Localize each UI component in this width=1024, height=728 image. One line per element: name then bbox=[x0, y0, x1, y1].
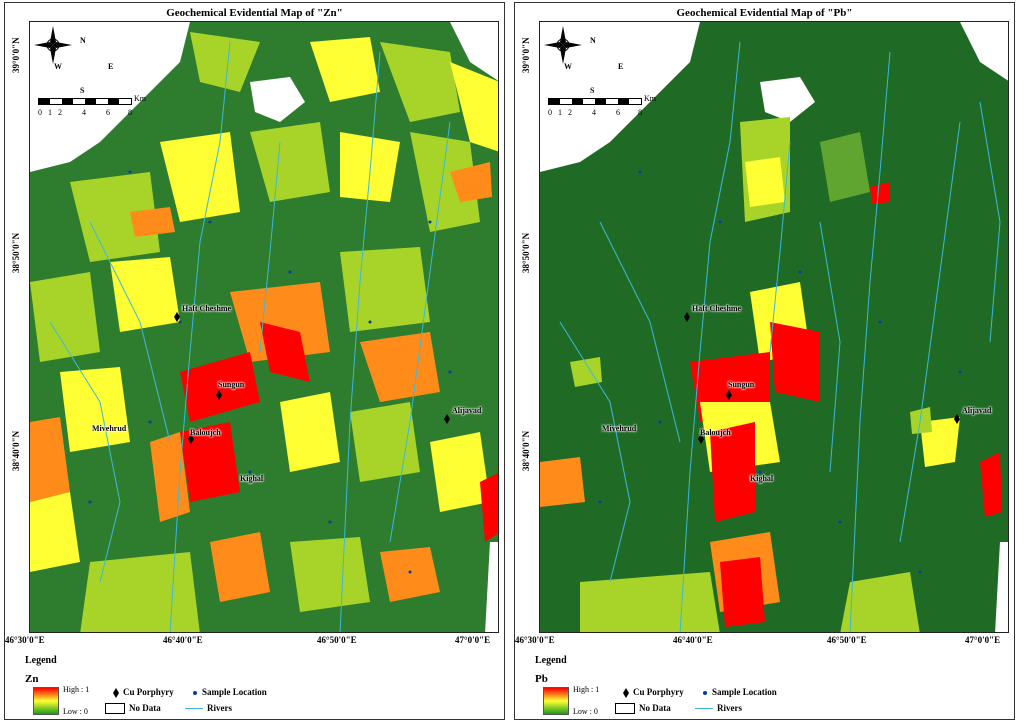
place-mivehrud: Mivehrud bbox=[602, 424, 637, 433]
cu-porphyry-marker-icon bbox=[174, 312, 180, 322]
lat-label-3850: 38°50'0"N bbox=[11, 232, 21, 273]
place-sungun: Sungun bbox=[728, 380, 755, 389]
legend-sample-location: Sample Location bbox=[193, 687, 267, 697]
diamond-icon bbox=[623, 687, 629, 698]
scale-tick: 8 bbox=[128, 108, 132, 117]
legend-no-data-label: No Data bbox=[639, 703, 671, 713]
lon-label-4640: 46°40'0"E bbox=[163, 635, 203, 645]
place-haft-cheshme: Haft Cheshme bbox=[182, 304, 232, 313]
legend-no-data: No Data bbox=[615, 703, 671, 715]
legend-title: Legend bbox=[535, 655, 567, 666]
ramp-low-label: Low : 0 bbox=[63, 707, 88, 716]
place-sungun: Sungun bbox=[218, 380, 245, 389]
scale-tick: 0 bbox=[548, 108, 552, 117]
place-kighal: Kighal bbox=[240, 474, 264, 483]
lon-label-4650: 46°50'0"E bbox=[827, 635, 867, 645]
cu-porphyry-marker-icon bbox=[444, 414, 450, 424]
scale-tick: 2 bbox=[58, 108, 62, 117]
legend-sample-location: Sample Location bbox=[703, 687, 777, 697]
legend-sample-location-label: Sample Location bbox=[202, 687, 267, 697]
ramp-high-label: High : 1 bbox=[63, 685, 90, 694]
place-baloujch: Baloujch bbox=[190, 428, 221, 437]
scale-tick: 1 bbox=[48, 108, 52, 117]
scale-tick: 1 bbox=[558, 108, 562, 117]
legend-rivers: Rivers bbox=[695, 703, 742, 713]
cu-porphyry-marker-icon bbox=[684, 312, 690, 322]
scale-tick: 6 bbox=[106, 108, 110, 117]
zn-map-panel: Geochemical Evidential Map of "Zn" 39°0'… bbox=[4, 2, 505, 720]
no-data-box-icon bbox=[615, 703, 635, 715]
lat-label-3850: 38°50'0"N bbox=[521, 232, 531, 273]
lat-label-39: 39°0'0"N bbox=[11, 37, 21, 73]
color-ramp bbox=[543, 687, 569, 715]
compass-s: S bbox=[80, 86, 85, 95]
place-alijavad: Alijavad bbox=[452, 406, 482, 415]
scale-unit: Km bbox=[644, 94, 656, 103]
ramp-high-label: High : 1 bbox=[573, 685, 600, 694]
compass-w: W bbox=[54, 62, 62, 71]
lat-label-3840: 38°40'0"N bbox=[11, 430, 21, 471]
compass-e: E bbox=[108, 62, 114, 71]
place-haft-cheshme: Haft Cheshme bbox=[692, 304, 742, 313]
cu-porphyry-marker-icon bbox=[216, 390, 222, 400]
legend-no-data-label: No Data bbox=[129, 703, 161, 713]
cu-porphyry-marker-icon bbox=[726, 390, 732, 400]
layer-name: Zn bbox=[25, 673, 39, 685]
scale-tick: 8 bbox=[638, 108, 642, 117]
compass-e: E bbox=[618, 62, 624, 71]
lon-label-4640: 46°40'0"E bbox=[673, 635, 713, 645]
compass-n: N bbox=[80, 36, 86, 45]
lon-label-4700: 47°0'0"E bbox=[455, 635, 491, 645]
lon-label-4700: 47°0'0"E bbox=[965, 635, 1001, 645]
sample-dot-icon bbox=[703, 690, 707, 695]
pb-map-panel: Geochemical Evidential Map of "Pb" 39°0'… bbox=[514, 2, 1015, 720]
place-baloujch: Baloujch bbox=[700, 428, 731, 437]
place-kighal: Kighal bbox=[750, 474, 774, 483]
north-arrow-icon bbox=[34, 26, 72, 64]
no-data-box-icon bbox=[105, 703, 125, 715]
ramp-low-label: Low : 0 bbox=[573, 707, 598, 716]
cu-porphyry-marker-icon bbox=[954, 414, 960, 424]
legend-cu-porphyry: Cu Porphyry bbox=[113, 687, 174, 698]
scale-tick: 4 bbox=[82, 108, 86, 117]
scale-tick: 4 bbox=[592, 108, 596, 117]
legend-cu-porphyry-label: Cu Porphyry bbox=[123, 687, 174, 697]
river-line-icon bbox=[185, 708, 203, 710]
map-title: Geochemical Evidential Map of "Zn" bbox=[166, 7, 343, 19]
compass-s: S bbox=[590, 86, 595, 95]
legend-rivers-label: Rivers bbox=[207, 703, 232, 713]
layer-name: Pb bbox=[535, 673, 548, 685]
river-line-icon bbox=[695, 708, 713, 710]
zn-map-canvas[interactable]: N S W E Km 0 1 2 4 6 8 Haft Cheshme Sung… bbox=[29, 21, 499, 633]
legend-rivers-label: Rivers bbox=[717, 703, 742, 713]
lon-label-4650: 46°50'0"E bbox=[317, 635, 357, 645]
scale-tick: 0 bbox=[38, 108, 42, 117]
scale-unit: Km bbox=[134, 94, 146, 103]
lon-label-4630: 46°30'0"E bbox=[515, 635, 555, 645]
diamond-icon bbox=[113, 687, 119, 698]
legend-sample-location-label: Sample Location bbox=[712, 687, 777, 697]
scale-tick: 6 bbox=[616, 108, 620, 117]
map-title: Geochemical Evidential Map of "Pb" bbox=[676, 7, 853, 19]
color-ramp bbox=[33, 687, 59, 715]
legend-title: Legend bbox=[25, 655, 57, 666]
legend-cu-porphyry: Cu Porphyry bbox=[623, 687, 684, 698]
lon-label-4630: 46°30'0"E bbox=[5, 635, 45, 645]
place-mivehrud: Mivehrud bbox=[92, 424, 127, 433]
scale-tick: 2 bbox=[568, 108, 572, 117]
lat-label-3840: 38°40'0"N bbox=[521, 430, 531, 471]
legend-cu-porphyry-label: Cu Porphyry bbox=[633, 687, 684, 697]
north-arrow-icon bbox=[544, 26, 582, 64]
compass-w: W bbox=[564, 62, 572, 71]
lat-label-39: 39°0'0"N bbox=[521, 37, 531, 73]
legend-no-data: No Data bbox=[105, 703, 161, 715]
legend-rivers: Rivers bbox=[185, 703, 232, 713]
pb-map-canvas[interactable]: N S W E Km 0 1 2 4 6 8 Haft Cheshme Sung… bbox=[539, 21, 1009, 633]
place-alijavad: Alijavad bbox=[962, 406, 992, 415]
compass-n: N bbox=[590, 36, 596, 45]
sample-dot-icon bbox=[193, 690, 197, 695]
